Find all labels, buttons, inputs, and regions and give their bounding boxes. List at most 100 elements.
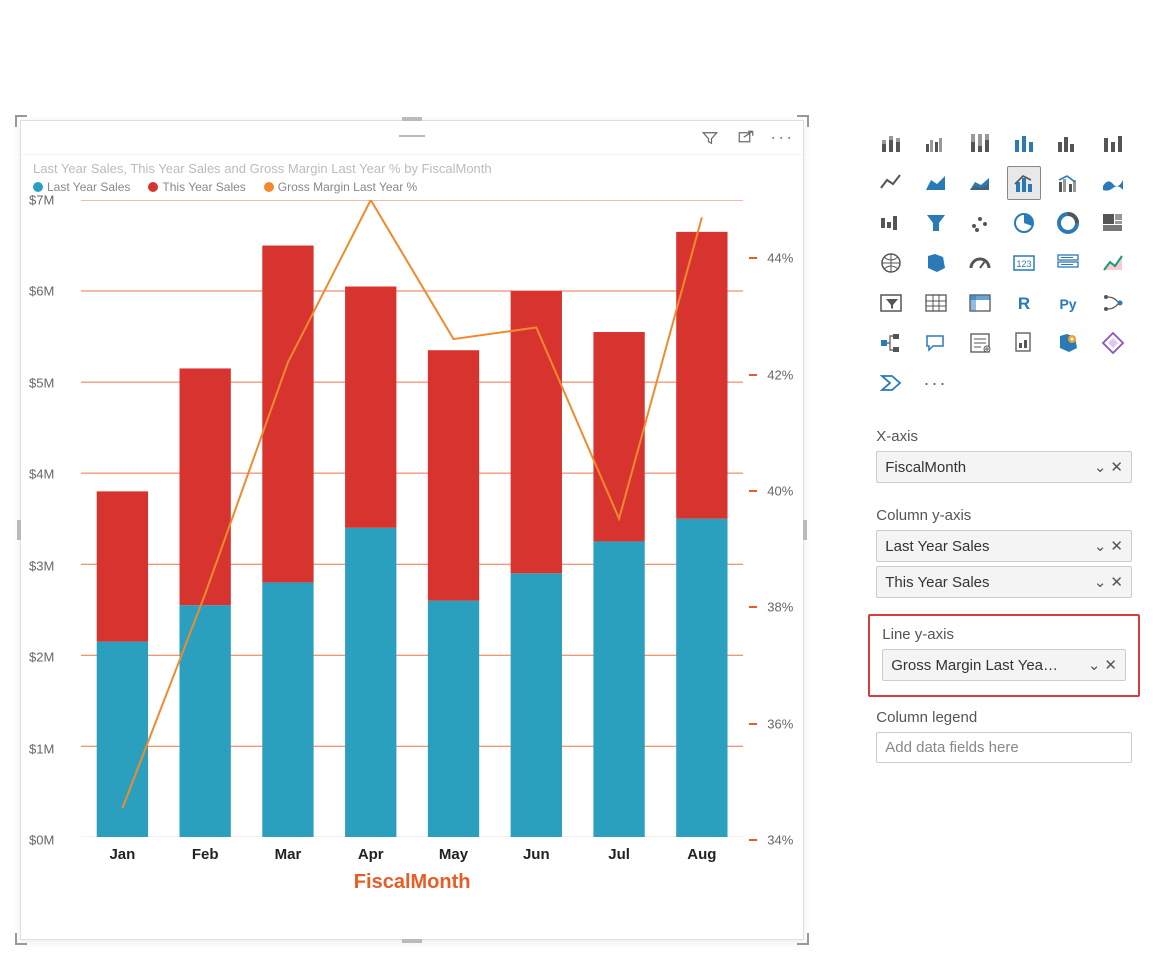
ribbon-chart-icon[interactable] [1096,166,1130,200]
pie-chart-icon[interactable] [1007,206,1041,240]
x-axis-field[interactable]: FiscalMonth ⌄✕ [876,451,1132,483]
filter-icon[interactable] [701,129,719,147]
y-axis-tick: $6M [29,284,54,299]
line-y-axis-label: Line y-axis [882,626,1126,643]
x-axis-title: FiscalMonth [21,871,803,894]
smart-narrative-icon[interactable] [963,326,997,360]
column-chart-4-icon[interactable] [1096,126,1130,160]
slicer-icon[interactable] [874,286,908,320]
resize-handle-br[interactable] [797,933,809,945]
x-axis-category: Jun [495,846,578,863]
stacked-bar-chart-icon[interactable] [874,126,908,160]
gauge-icon[interactable] [963,246,997,280]
qa-visual-icon[interactable] [919,326,953,360]
resize-handle-right[interactable] [803,520,807,540]
y-axis-tick: $0M [29,833,54,848]
chevron-down-icon[interactable]: ⌄ [1094,573,1107,591]
resize-handle-bottom[interactable] [402,939,422,943]
x-axis-category: May [412,846,495,863]
resize-handle-left[interactable] [17,520,21,540]
paginated-report-icon[interactable] [1007,326,1041,360]
donut-chart-icon[interactable] [1051,206,1085,240]
x-axis-well-section: X-axis FiscalMonth ⌄✕ [864,418,1144,497]
y2-axis-tick: 36% [767,716,793,731]
visualization-gallery: 123 R Py ··· [864,120,1144,406]
card-icon[interactable]: 123 [1007,246,1041,280]
remove-field-icon[interactable]: ✕ [1110,458,1123,476]
drag-grip-icon[interactable] [399,135,425,137]
waterfall-chart-icon[interactable] [874,206,908,240]
chevron-down-icon[interactable]: ⌄ [1088,656,1101,674]
power-apps-icon[interactable] [1096,326,1130,360]
funnel-chart-icon[interactable] [919,206,953,240]
arcgis-map-icon[interactable] [1051,326,1085,360]
stacked-column-2-icon[interactable] [1007,126,1041,160]
y-axis-tick: $7M [29,193,54,208]
multi-row-card-icon[interactable] [1051,246,1085,280]
line-stacked-column-icon[interactable] [1007,166,1041,200]
svg-text:123: 123 [1017,259,1032,269]
x-axis-categories: JanFebMarAprMayJunJulAug [81,846,743,863]
legend: Last Year Sales This Year Sales Gross Ma… [21,178,803,200]
y2-axis-tick: 38% [767,600,793,615]
key-influencers-icon[interactable] [1096,286,1130,320]
chevron-down-icon[interactable]: ⌄ [1094,537,1107,555]
filled-map-icon[interactable] [919,246,953,280]
area-chart-icon[interactable] [919,166,953,200]
resize-handle-bl[interactable] [15,933,27,945]
y2-axis-tick: 34% [767,833,793,848]
column-legend-label: Column legend [876,709,1132,726]
y-axis-tick: $3M [29,558,54,573]
ellipsis[interactable]: ··· [919,366,953,400]
visualizations-pane: 123 R Py ··· X-axis FiscalMonth ⌄✕ Column y… [864,120,1144,940]
stacked-area-chart-icon[interactable] [963,166,997,200]
svg-text:R: R [1018,294,1030,313]
python-visual-icon[interactable]: Py [1051,286,1085,320]
column-y-axis-label: Column y-axis [876,507,1132,524]
remove-field-icon[interactable]: ✕ [1110,573,1123,591]
100-stacked-bar-icon[interactable] [963,126,997,160]
y-axis-tick: $1M [29,741,54,756]
scatter-chart-icon[interactable] [963,206,997,240]
r-visual-icon[interactable]: R [1007,286,1041,320]
kpi-icon[interactable] [1096,246,1130,280]
x-axis-category: Feb [164,846,247,863]
line-y-axis-highlighted-section: Line y-axis Gross Margin Last Yea… ⌄✕ [868,614,1140,697]
column-legend-field-empty[interactable]: Add data fields here [876,732,1132,763]
x-axis-category: Jan [81,846,164,863]
y-axis-tick: $4M [29,467,54,482]
clustered-bar-chart-icon[interactable] [919,126,953,160]
svg-text:Py: Py [1060,296,1077,312]
y-axis-tick: $2M [29,650,54,665]
column-y-field-1[interactable]: Last Year Sales ⌄✕ [876,530,1132,562]
x-axis-category: Apr [329,846,412,863]
column-chart-3-icon[interactable] [1051,126,1085,160]
y2-axis-tick: 40% [767,483,793,498]
y-axis-tick: $5M [29,375,54,390]
table-icon[interactable] [919,286,953,320]
legend-item-this-year[interactable]: This Year Sales [148,180,245,194]
column-y-field-2[interactable]: This Year Sales ⌄✕ [876,566,1132,598]
x-axis-category: Aug [660,846,743,863]
remove-field-icon[interactable]: ✕ [1104,656,1117,674]
matrix-icon[interactable] [963,286,997,320]
line-chart-icon[interactable] [874,166,908,200]
map-icon[interactable] [874,246,908,280]
decomposition-tree-icon[interactable] [874,326,908,360]
line-y-field[interactable]: Gross Margin Last Yea… ⌄✕ [882,649,1126,681]
x-axis-category: Jul [578,846,661,863]
treemap-icon[interactable] [1096,206,1130,240]
power-automate-icon[interactable] [874,366,908,400]
plot-area[interactable]: $0M$1M$2M$3M$4M$5M$6M$7M 34%36%38%40%42%… [81,200,743,840]
column-y-axis-well-section: Column y-axis Last Year Sales ⌄✕ This Ye… [864,497,1144,612]
remove-field-icon[interactable]: ✕ [1110,537,1123,555]
chart-visual[interactable]: ··· Last Year Sales, This Year Sales and… [20,120,804,940]
x-axis-category: Mar [247,846,330,863]
line-clustered-column-icon[interactable] [1051,166,1085,200]
column-legend-well-section: Column legend Add data fields here [864,699,1144,777]
x-axis-label: X-axis [876,428,1132,445]
focus-mode-icon[interactable] [737,129,755,147]
chevron-down-icon[interactable]: ⌄ [1094,458,1107,476]
more-options-icon[interactable]: ··· [773,129,791,147]
legend-item-gross-margin[interactable]: Gross Margin Last Year % [264,180,417,194]
